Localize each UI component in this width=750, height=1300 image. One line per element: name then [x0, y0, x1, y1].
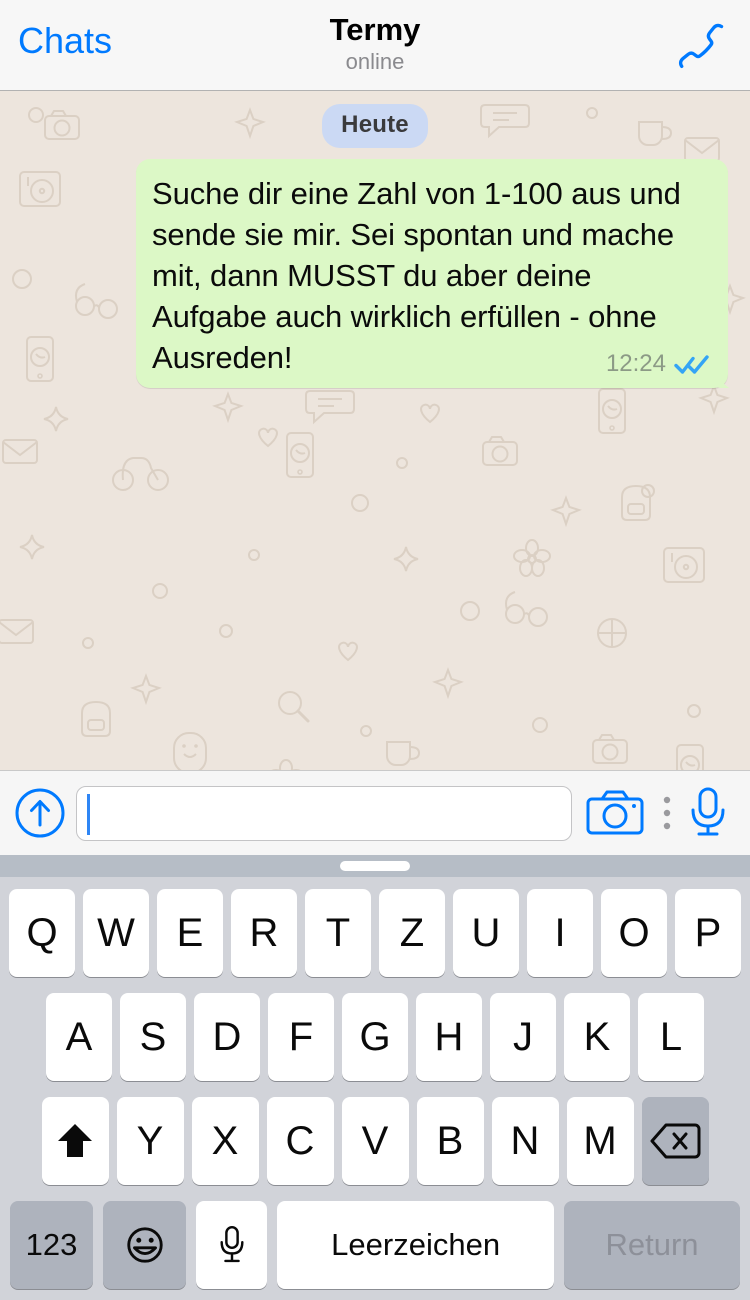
- key-f[interactable]: F: [268, 993, 334, 1081]
- key-n[interactable]: N: [491, 1097, 559, 1185]
- key-w[interactable]: W: [83, 889, 149, 977]
- contact-name: Termy: [329, 12, 421, 47]
- message-text: Suche dir eine Zahl von 1-100 aus und se…: [152, 176, 690, 375]
- double-check-icon: [674, 353, 710, 375]
- on-screen-keyboard: Q W E R T Z U I O P A S D F G H J K L Y …: [0, 877, 750, 1300]
- backspace-icon[interactable]: [641, 1097, 709, 1185]
- keyboard-row-3: Y X C V B N M: [5, 1097, 745, 1185]
- key-j[interactable]: J: [490, 993, 556, 1081]
- message-time: 12:24: [605, 350, 666, 377]
- phone-icon[interactable]: [678, 18, 730, 72]
- contact-info[interactable]: Termy online: [0, 12, 750, 75]
- keyboard-drag-handle[interactable]: [340, 861, 410, 871]
- key-y[interactable]: Y: [116, 1097, 184, 1185]
- dictation-microphone-icon[interactable]: [196, 1201, 268, 1289]
- key-v[interactable]: V: [341, 1097, 409, 1185]
- key-a[interactable]: A: [46, 993, 112, 1081]
- message-row-outgoing: Suche dir eine Zahl von 1-100 aus und se…: [0, 148, 750, 388]
- day-divider: Heute: [0, 91, 750, 148]
- key-o[interactable]: O: [601, 889, 667, 977]
- key-b[interactable]: B: [416, 1097, 484, 1185]
- keyboard-row-4: 123 Leerzeichen Return: [5, 1201, 745, 1289]
- microphone-icon[interactable]: [686, 787, 730, 839]
- message-bubble[interactable]: Suche dir eine Zahl von 1-100 aus und se…: [136, 159, 728, 388]
- key-h[interactable]: H: [416, 993, 482, 1081]
- key-u[interactable]: U: [453, 889, 519, 977]
- key-g[interactable]: G: [342, 993, 408, 1081]
- key-z[interactable]: Z: [379, 889, 445, 977]
- message-meta: 12:24: [606, 350, 710, 378]
- chat-screen: Chats Termy online Heute Suche dir eine …: [0, 0, 750, 1300]
- key-x[interactable]: X: [191, 1097, 259, 1185]
- key-c[interactable]: C: [266, 1097, 334, 1185]
- key-l[interactable]: L: [638, 993, 704, 1081]
- keyboard-handle-strip: [0, 855, 750, 877]
- arrow-up-circle-icon[interactable]: [14, 787, 66, 839]
- message-input-bar: [0, 770, 750, 855]
- navigation-bar: Chats Termy online: [0, 0, 750, 91]
- more-vertical-icon[interactable]: [652, 791, 682, 835]
- keyboard-row-1: Q W E R T Z U I O P: [5, 889, 745, 977]
- day-divider-label: Heute: [322, 104, 428, 148]
- key-e[interactable]: E: [157, 889, 223, 977]
- numeric-key[interactable]: 123: [10, 1201, 94, 1289]
- key-s[interactable]: S: [120, 993, 186, 1081]
- key-d[interactable]: D: [194, 993, 260, 1081]
- key-m[interactable]: M: [566, 1097, 634, 1185]
- contact-status: online: [345, 49, 405, 74]
- message-list[interactable]: Heute Suche dir eine Zahl von 1-100 aus …: [0, 91, 750, 770]
- camera-icon[interactable]: [586, 789, 644, 837]
- smiley-icon[interactable]: [103, 1201, 187, 1289]
- key-i[interactable]: I: [527, 889, 593, 977]
- return-key[interactable]: Return: [564, 1201, 740, 1289]
- message-input-field[interactable]: [76, 785, 572, 841]
- key-t[interactable]: T: [305, 889, 371, 977]
- shift-arrow-icon[interactable]: [41, 1097, 109, 1185]
- key-p[interactable]: P: [675, 889, 741, 977]
- space-key[interactable]: Leerzeichen: [277, 1201, 555, 1289]
- key-k[interactable]: K: [564, 993, 630, 1081]
- keyboard-row-2: A S D F G H J K L: [5, 993, 745, 1081]
- text-cursor: [87, 793, 90, 835]
- key-q[interactable]: Q: [9, 889, 75, 977]
- key-r[interactable]: R: [231, 889, 297, 977]
